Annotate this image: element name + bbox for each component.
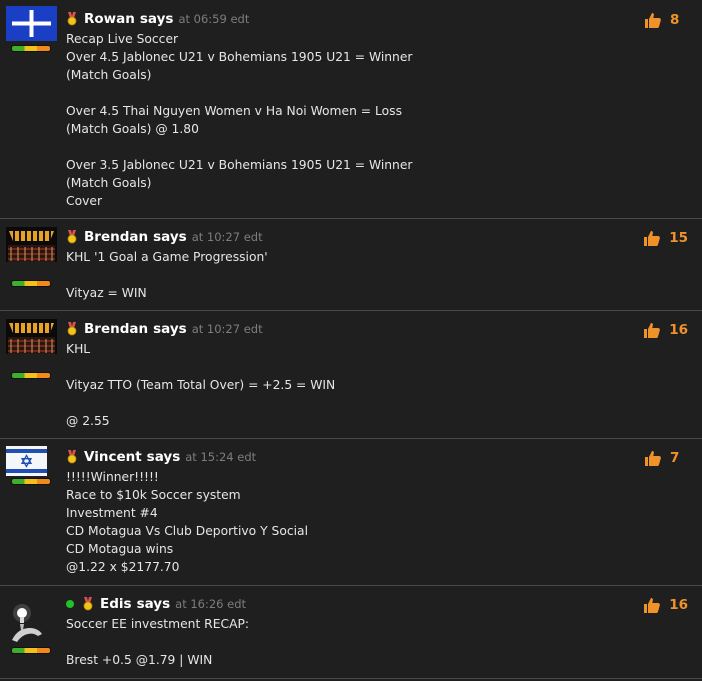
comment-header: Vincent says at 15:24 edt bbox=[66, 447, 256, 467]
comment-text: !!!!!Winner!!!!! Race to $10k Soccer sys… bbox=[66, 470, 308, 574]
avatar[interactable] bbox=[6, 319, 57, 354]
comment-feed: Rowan says at 06:59 edt Recap Live Socce… bbox=[0, 0, 702, 681]
author-name[interactable]: Brendan bbox=[84, 229, 148, 245]
thumbs-up-icon bbox=[645, 450, 661, 466]
like-count: 8 bbox=[670, 12, 680, 28]
says-label: says bbox=[136, 596, 171, 612]
comment-item: Edis says at 16:26 edt Soccer EE investm… bbox=[0, 586, 702, 679]
comment-header: Brendan says at 10:27 edt bbox=[66, 227, 263, 247]
medal-icon bbox=[67, 450, 77, 464]
comment-item: Brendan says at 10:27 edt KHL '1 Goal a … bbox=[0, 219, 702, 311]
rating-bar bbox=[12, 479, 50, 484]
like-count: 16 bbox=[669, 597, 688, 613]
comment-item: Brendan says at 10:27 edt KHL Vityaz TTO… bbox=[0, 311, 702, 439]
rating-bar bbox=[12, 648, 50, 653]
like-button[interactable]: 15 bbox=[643, 228, 688, 248]
comment-text: KHL '1 Goal a Game Progression' Vityaz =… bbox=[66, 250, 268, 300]
like-count: 15 bbox=[669, 230, 688, 246]
comment-text: Recap Live Soccer Over 4.5 Jablonec U21 … bbox=[66, 32, 413, 208]
medal-icon bbox=[67, 12, 77, 26]
author-name[interactable]: Rowan bbox=[84, 11, 135, 27]
online-status-icon bbox=[66, 600, 74, 608]
like-button[interactable]: 8 bbox=[644, 10, 688, 30]
rating-bar bbox=[12, 281, 50, 286]
avatar[interactable] bbox=[6, 227, 57, 262]
avatar[interactable] bbox=[6, 446, 47, 476]
comment-header: Brendan says at 10:27 edt bbox=[66, 319, 263, 339]
like-button[interactable]: 16 bbox=[643, 320, 688, 340]
thumbs-up-icon bbox=[644, 597, 661, 613]
comment-header: Edis says at 16:26 edt bbox=[66, 594, 246, 614]
avatar[interactable] bbox=[6, 600, 51, 645]
thumbs-up-icon bbox=[644, 322, 661, 338]
israel-flag-image bbox=[6, 446, 47, 476]
eureka-flag-image bbox=[6, 6, 57, 41]
comment-header: Rowan says at 06:59 edt bbox=[66, 9, 249, 29]
thumbs-up-icon bbox=[645, 12, 661, 28]
stadium-crowd-image bbox=[6, 227, 57, 262]
says-label: says bbox=[153, 321, 187, 337]
timestamp[interactable]: at 10:27 edt bbox=[192, 322, 263, 336]
author-name[interactable]: Vincent bbox=[84, 449, 142, 465]
medal-icon bbox=[83, 597, 93, 611]
says-label: says bbox=[146, 449, 181, 465]
timestamp[interactable]: at 15:24 edt bbox=[185, 450, 256, 464]
like-button[interactable]: 16 bbox=[643, 595, 688, 615]
lightbulb-hand-image bbox=[6, 600, 51, 645]
timestamp[interactable]: at 16:26 edt bbox=[175, 597, 246, 611]
like-count: 16 bbox=[669, 322, 688, 338]
comment-text: Soccer EE investment RECAP: Brest +0.5 @… bbox=[66, 617, 250, 667]
medal-icon bbox=[67, 322, 77, 336]
comment-item: Vincent says at 15:24 edt !!!!!Winner!!!… bbox=[0, 439, 702, 586]
stadium-crowd-image bbox=[6, 319, 57, 354]
like-count: 7 bbox=[670, 450, 680, 466]
timestamp[interactable]: at 10:27 edt bbox=[192, 230, 263, 244]
says-label: says bbox=[153, 229, 187, 245]
author-name[interactable]: Brendan bbox=[84, 321, 148, 337]
comment-item: Rowan says at 06:59 edt Recap Live Socce… bbox=[0, 0, 702, 219]
rating-bar bbox=[12, 373, 50, 378]
thumbs-up-icon bbox=[644, 230, 661, 246]
rating-bar bbox=[12, 46, 50, 51]
says-label: says bbox=[139, 11, 174, 27]
comment-text: KHL Vityaz TTO (Team Total Over) = +2.5 … bbox=[66, 342, 336, 428]
timestamp[interactable]: at 06:59 edt bbox=[178, 12, 249, 26]
avatar[interactable] bbox=[6, 6, 57, 41]
medal-icon bbox=[67, 230, 77, 244]
author-name[interactable]: Edis bbox=[100, 596, 132, 612]
like-button[interactable]: 7 bbox=[644, 448, 688, 468]
